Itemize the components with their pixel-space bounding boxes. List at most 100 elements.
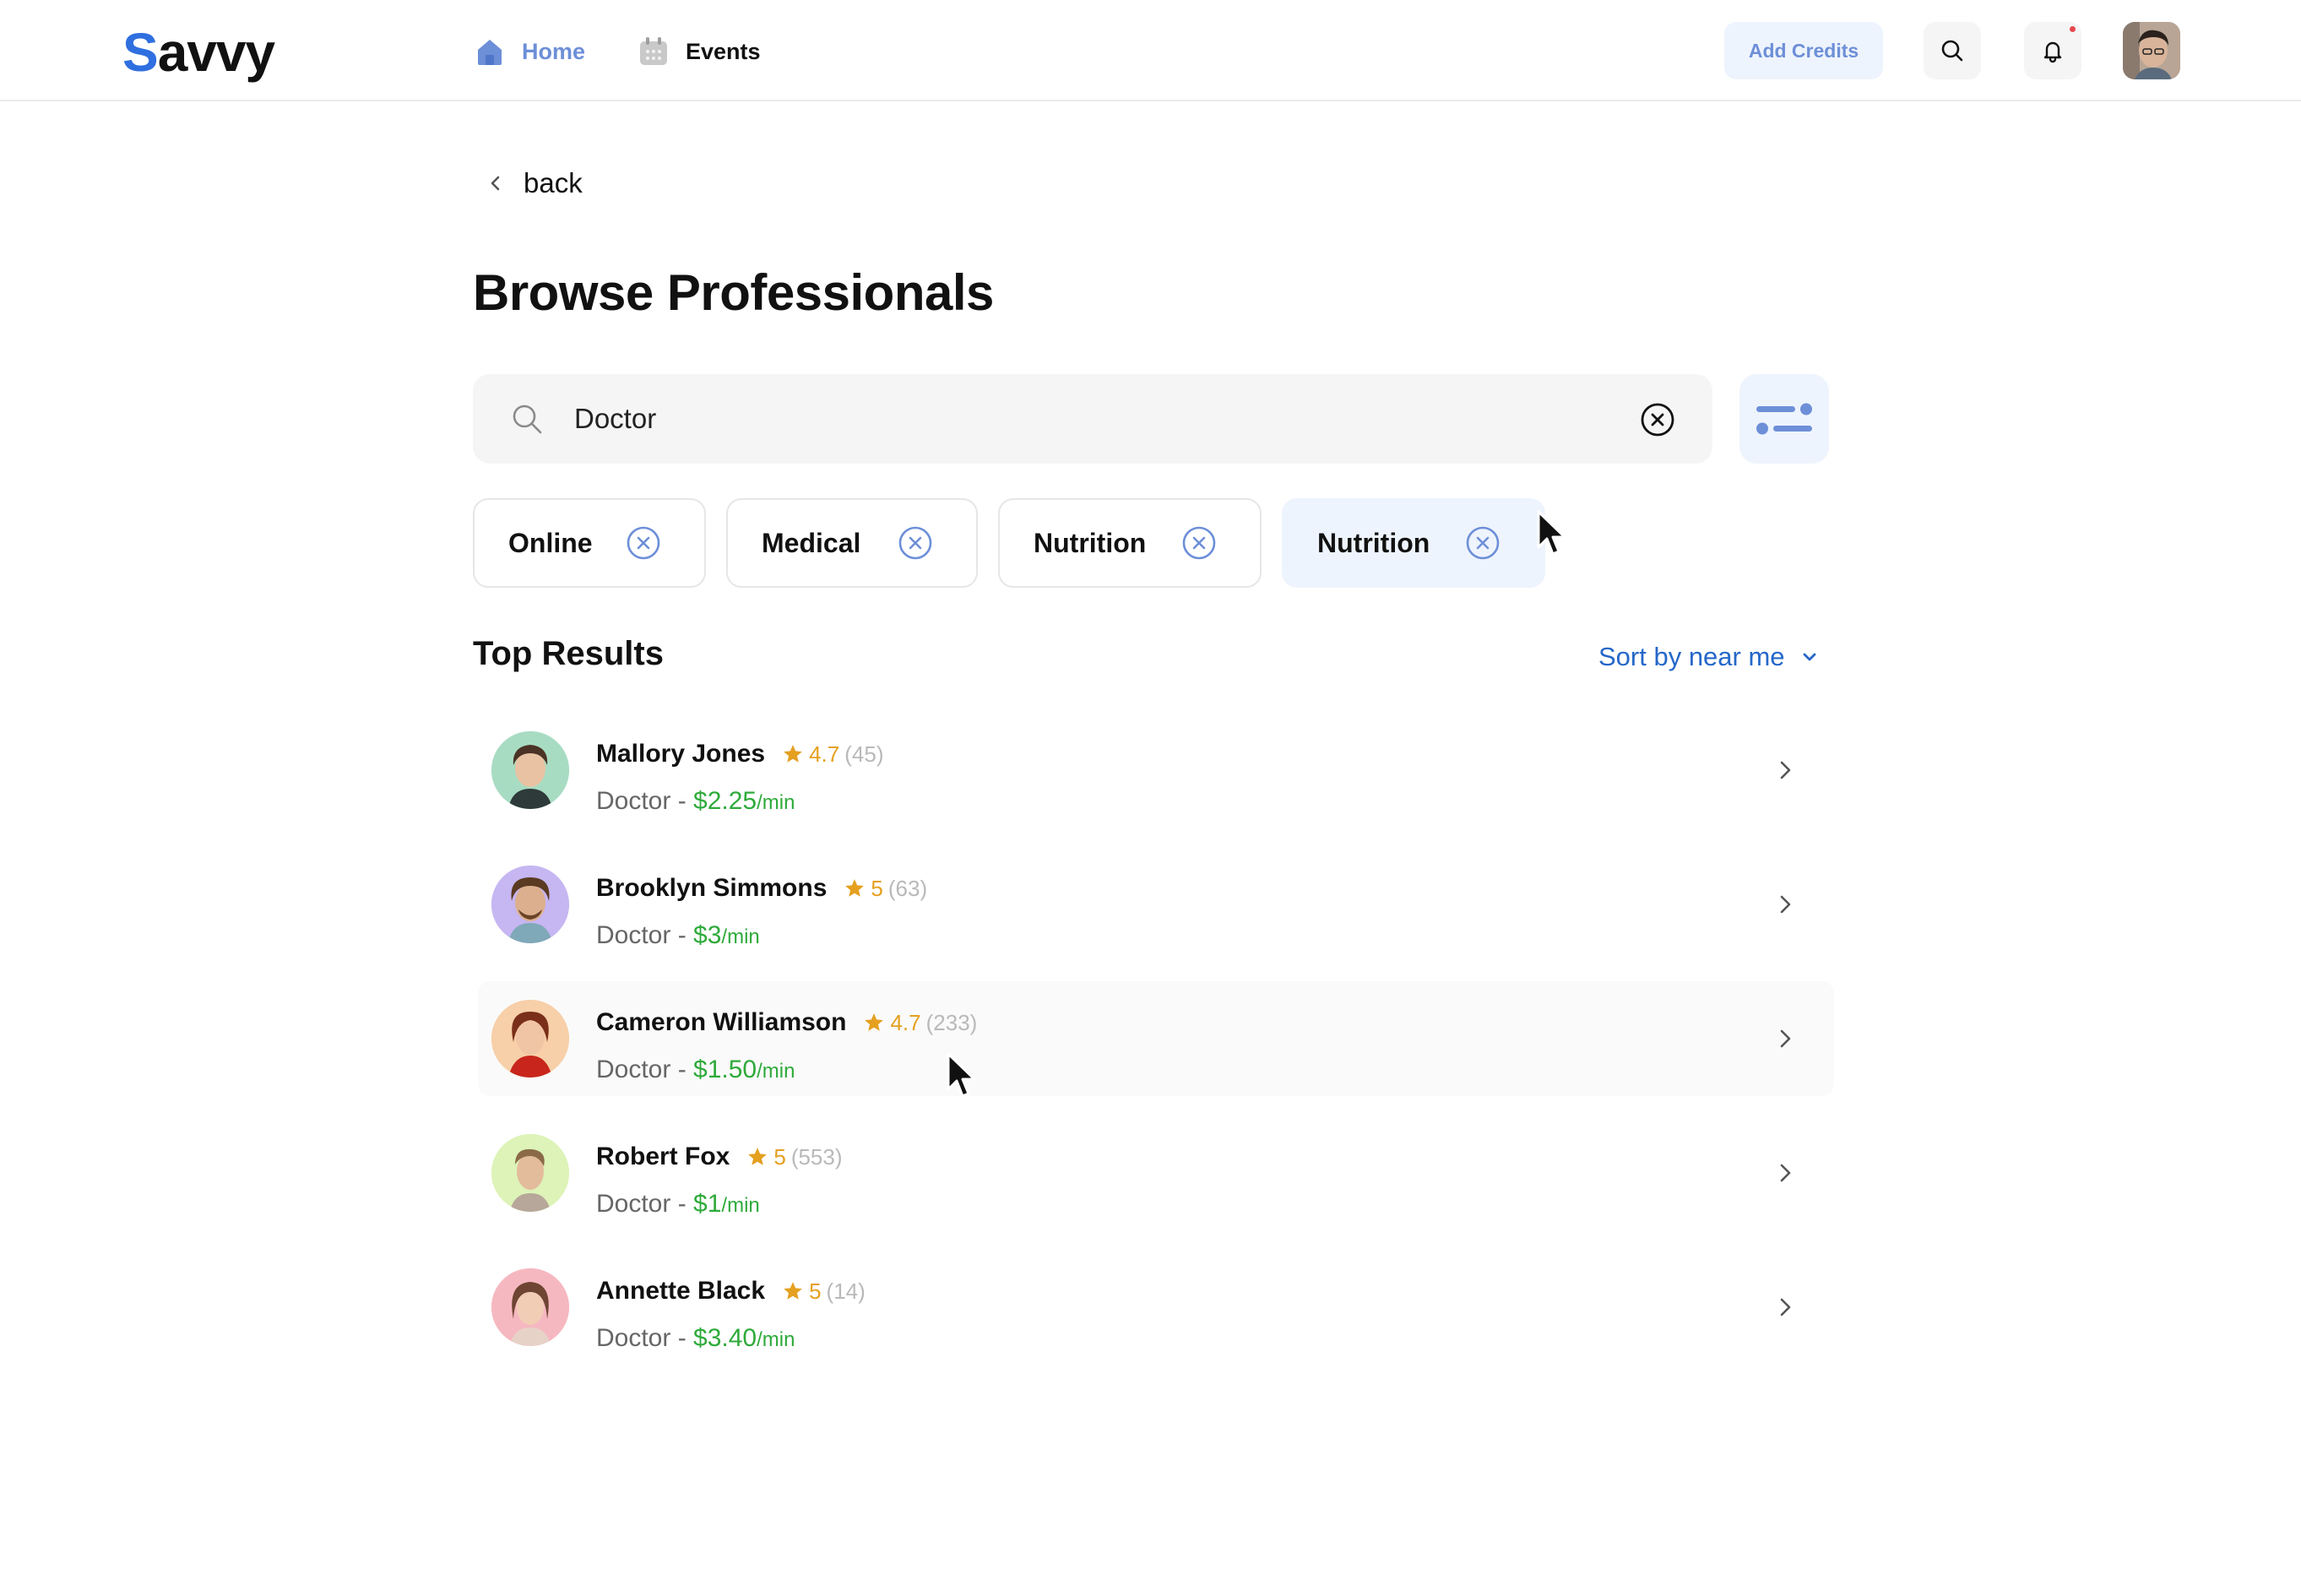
chevron-right-icon: [1780, 895, 1791, 914]
result-row[interactable]: Annette Black 5 (14) Doctor - $3.40/min: [478, 1250, 1834, 1365]
remove-filter-icon[interactable]: [1464, 524, 1501, 562]
avatar-image: [491, 1000, 569, 1078]
avatar: [491, 1134, 569, 1212]
professional-info: Doctor - $1.50/min: [596, 1056, 795, 1084]
rating-count: (233): [925, 1009, 978, 1035]
notification-dot: [2070, 26, 2076, 32]
filter-chip-label: Medical: [762, 527, 861, 558]
rating-count: (553): [790, 1143, 843, 1170]
sort-dropdown[interactable]: Sort by near me: [1598, 642, 1819, 672]
chevron-right-icon: [1780, 1029, 1791, 1048]
name-text: Brooklyn Simmons: [596, 874, 828, 902]
add-credits-button[interactable]: Add Credits: [1724, 22, 1883, 79]
price-unit: /min: [721, 1194, 760, 1217]
rating: 5 (14): [782, 1278, 866, 1305]
professional-info: Doctor - $1/min: [596, 1190, 760, 1219]
price-unit: /min: [757, 791, 795, 814]
price: $3.40: [693, 1324, 757, 1352]
search-icon: [513, 404, 542, 434]
rating-count: (63): [887, 875, 928, 901]
nav-events[interactable]: Events: [637, 32, 761, 71]
logo-text: avvy: [157, 22, 275, 83]
professional-info: Doctor - $3.40/min: [596, 1324, 795, 1353]
page-title: Browse Professionals: [473, 264, 994, 321]
avatar-image: [491, 1268, 569, 1346]
professional-name: Cameron Williamson 4.7 (233): [596, 1008, 977, 1037]
price-unit: /min: [757, 1328, 795, 1351]
professional-name: Brooklyn Simmons 5 (63): [596, 874, 927, 903]
name-text: Mallory Jones: [596, 740, 766, 768]
search-bar[interactable]: [473, 374, 1712, 464]
star-icon: [845, 879, 865, 897]
rating-value: 5: [871, 875, 883, 901]
avatar: [491, 1268, 569, 1346]
user-avatar-image: [2123, 22, 2180, 79]
professional-info: Doctor - $3/min: [596, 921, 760, 950]
nav-home[interactable]: Home: [473, 32, 585, 71]
filter-chip-nutrition[interactable]: Nutrition: [998, 498, 1262, 588]
rating: 4.7 (45): [782, 741, 883, 768]
filter-chip-nutrition-active[interactable]: Nutrition: [1282, 498, 1545, 588]
sort-label: Sort by near me: [1598, 642, 1785, 671]
role-text: Doctor -: [596, 1324, 694, 1352]
rating-value: 4.7: [890, 1009, 921, 1035]
results-title: Top Results: [473, 635, 664, 672]
chevron-left-icon: [491, 176, 500, 191]
remove-filter-icon[interactable]: [897, 524, 934, 562]
professional-name: Mallory Jones 4.7 (45): [596, 740, 883, 768]
role-text: Doctor -: [596, 1056, 694, 1083]
home-icon: [478, 40, 502, 65]
clear-search-icon[interactable]: [1640, 402, 1675, 437]
rating-value: 5: [809, 1278, 822, 1304]
filter-button[interactable]: [1739, 374, 1829, 464]
star-icon: [748, 1148, 768, 1165]
price: $1: [693, 1190, 722, 1218]
price-unit: /min: [721, 926, 760, 948]
name-text: Cameron Williamson: [596, 1008, 847, 1036]
result-row[interactable]: Brooklyn Simmons 5 (63) Doctor - $3/min: [478, 847, 1834, 962]
rating-value: 5: [773, 1143, 786, 1170]
logo-mark: S: [122, 22, 159, 83]
rating-value: 4.7: [809, 741, 840, 767]
name-text: Annette Black: [596, 1277, 766, 1305]
sliders-icon: [1756, 403, 1812, 435]
price: $3: [693, 921, 722, 949]
role-text: Doctor -: [596, 1190, 694, 1218]
back-label: back: [524, 167, 583, 198]
result-row[interactable]: Mallory Jones 4.7 (45) Doctor - $2.25/mi…: [478, 713, 1834, 828]
professional-info: Doctor - $2.25/min: [596, 787, 795, 816]
price: $2.25: [693, 787, 757, 815]
result-row[interactable]: Robert Fox 5 (553) Doctor - $1/min: [478, 1116, 1834, 1230]
avatar-image: [491, 1134, 569, 1212]
name-text: Robert Fox: [596, 1143, 730, 1170]
user-avatar[interactable]: [2123, 22, 2180, 79]
chevron-down-icon: [1803, 653, 1815, 661]
remove-filter-icon[interactable]: [625, 524, 662, 562]
chevron-right-icon: [1780, 1298, 1791, 1316]
rating: 5 (553): [746, 1143, 843, 1170]
star-icon: [784, 745, 802, 763]
star-icon: [865, 1013, 884, 1031]
search-button[interactable]: [1924, 22, 1981, 79]
chevron-right-icon: [1780, 1164, 1791, 1182]
app-logo[interactable]: Savvy: [122, 25, 275, 79]
top-bar: Savvy Home Events Add Credits: [0, 0, 2301, 101]
professional-name: Robert Fox 5 (553): [596, 1143, 843, 1171]
chevron-right-icon: [1780, 761, 1791, 779]
rating: 4.7 (233): [863, 1010, 977, 1036]
back-link[interactable]: back: [488, 167, 583, 199]
filter-chip-label: Nutrition: [1317, 527, 1430, 558]
price: $1.50: [693, 1056, 757, 1083]
price-unit: /min: [757, 1060, 795, 1083]
avatar: [491, 866, 569, 943]
avatar: [491, 731, 569, 809]
avatar: [491, 1000, 569, 1078]
search-input[interactable]: [574, 394, 1587, 443]
rating: 5 (63): [844, 876, 927, 902]
remove-filter-icon[interactable]: [1180, 524, 1218, 562]
result-row[interactable]: Cameron Williamson 4.7 (233) Doctor - $1…: [478, 981, 1834, 1096]
filter-chip-online[interactable]: Online: [473, 498, 706, 588]
avatar-image: [491, 731, 569, 809]
filter-chip-medical[interactable]: Medical: [726, 498, 978, 588]
role-text: Doctor -: [596, 787, 694, 815]
